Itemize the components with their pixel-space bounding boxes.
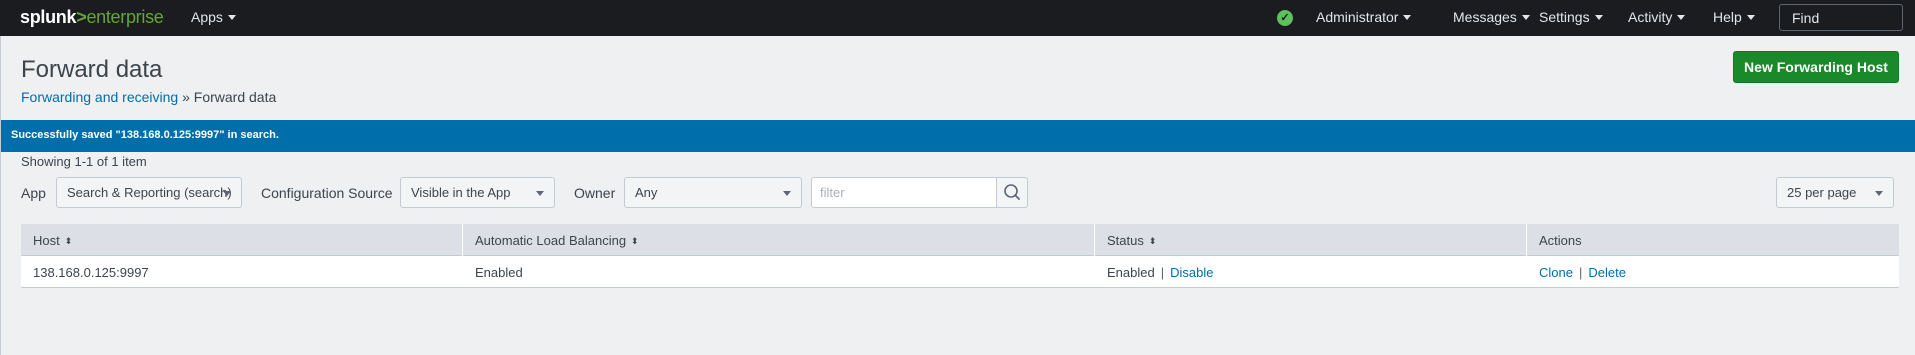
table-header-row: Host ⬍ Automatic Load Balancing ⬍ Status ⬍ … (21, 224, 1899, 256)
host-cell: 138.168.0.125:9997 (33, 265, 149, 280)
breadcrumb-forwarding-and-receiving-link[interactable]: Forwarding and receiving (21, 89, 178, 105)
per-page-dropdown[interactable]: 25 per page (1776, 177, 1894, 208)
load-balancing-header-label: Automatic Load Balancing (475, 233, 627, 248)
page-title: Forward data (21, 56, 163, 83)
messages-menu-label: Messages (1453, 9, 1517, 25)
actions-header-label: Actions (1539, 233, 1582, 248)
chevron-down-icon (223, 191, 231, 196)
filter-input[interactable]: filter (811, 177, 997, 208)
logo-text-enterprise: enterprise (86, 7, 164, 27)
main-content: Forward data Forwarding and receiving » … (0, 36, 1915, 355)
chevron-down-icon (783, 191, 791, 196)
disable-link[interactable]: Disable (1170, 265, 1213, 280)
splunk-logo[interactable]: splunk>enterprise (20, 7, 164, 28)
help-menu-label: Help (1713, 9, 1742, 25)
activity-menu-label: Activity (1628, 9, 1673, 25)
chevron-down-icon (536, 191, 544, 196)
status-header-label: Status (1107, 233, 1144, 248)
new-forwarding-host-button[interactable]: New Forwarding Host (1733, 51, 1899, 83)
load-balancing-cell: Enabled (475, 265, 523, 280)
chevron-down-icon (1875, 191, 1883, 196)
breadcrumb: Forwarding and receiving » Forward data (21, 89, 276, 105)
administrator-menu[interactable]: Administrator (1316, 9, 1412, 25)
item-count: Showing 1-1 of 1 item (21, 154, 147, 169)
administrator-menu-label: Administrator (1316, 9, 1399, 25)
settings-menu[interactable]: Settings (1539, 9, 1603, 25)
find-label: Find (1792, 10, 1820, 26)
actions-column-header: Actions (1527, 224, 1899, 256)
logo-text-splunk: splunk (20, 7, 77, 27)
logo-chevron: > (76, 7, 87, 27)
breadcrumb-current: Forward data (193, 89, 277, 105)
status-column-header[interactable]: Status ⬍ (1095, 224, 1527, 256)
sort-icon: ⬍ (64, 236, 73, 246)
chevron-down-icon (227, 15, 236, 20)
chevron-down-icon (1594, 15, 1603, 20)
sort-icon: ⬍ (631, 236, 639, 246)
top-navigation-bar: splunk>enterprise Apps ✓ Administrator M… (0, 0, 1915, 36)
host-header-label: Host (33, 233, 60, 248)
chevron-down-icon (1746, 15, 1755, 20)
separator: | (1160, 265, 1165, 280)
app-filter-value: Search & Reporting (search) (67, 185, 232, 200)
apps-menu[interactable]: Apps (191, 9, 236, 25)
table-row: 138.168.0.125:9997 Enabled Enabled | Disab… (21, 256, 1899, 288)
configuration-source-label: Configuration Source (261, 185, 393, 201)
per-page-value: 25 per page (1787, 185, 1857, 200)
search-icon (1004, 184, 1020, 200)
filter-search-button[interactable] (996, 177, 1028, 208)
status-cell: Enabled | Disable (1095, 256, 1527, 288)
separator: | (1578, 265, 1583, 280)
chevron-down-icon (1677, 15, 1686, 20)
messages-menu[interactable]: Messages (1453, 9, 1530, 25)
sort-icon: ⬍ (1148, 236, 1157, 246)
clone-link[interactable]: Clone (1539, 265, 1573, 280)
chevron-down-icon (1521, 15, 1530, 20)
forwarding-hosts-table: Host ⬍ Automatic Load Balancing ⬍ Status ⬍ … (21, 224, 1899, 288)
success-banner: Successfully saved "138.168.0.125:9997" … (1, 120, 1915, 152)
owner-filter-dropdown[interactable]: Any (624, 177, 802, 208)
status-value: Enabled (1107, 265, 1155, 280)
app-filter-dropdown[interactable]: Search & Reporting (search) (56, 177, 242, 208)
owner-filter-value: Any (635, 185, 658, 200)
configuration-source-dropdown[interactable]: Visible in the App (400, 177, 555, 208)
activity-menu[interactable]: Activity (1628, 9, 1686, 25)
host-column-header[interactable]: Host ⬍ (21, 224, 463, 256)
apps-menu-label: Apps (191, 9, 223, 25)
app-filter-label: App (21, 185, 46, 201)
filter-placeholder: filter (820, 185, 845, 200)
help-menu[interactable]: Help (1713, 9, 1755, 25)
configuration-source-value: Visible in the App (411, 185, 511, 200)
find-input[interactable]: Find (1779, 4, 1903, 31)
load-balancing-column-header[interactable]: Automatic Load Balancing ⬍ (463, 224, 1095, 256)
check-circle-icon[interactable]: ✓ (1277, 10, 1293, 26)
chevron-down-icon (1403, 15, 1412, 20)
settings-menu-label: Settings (1539, 9, 1590, 25)
breadcrumb-separator: » (182, 89, 190, 105)
owner-filter-label: Owner (574, 185, 616, 201)
delete-link[interactable]: Delete (1588, 265, 1626, 280)
actions-cell: Clone | Delete (1527, 256, 1899, 288)
